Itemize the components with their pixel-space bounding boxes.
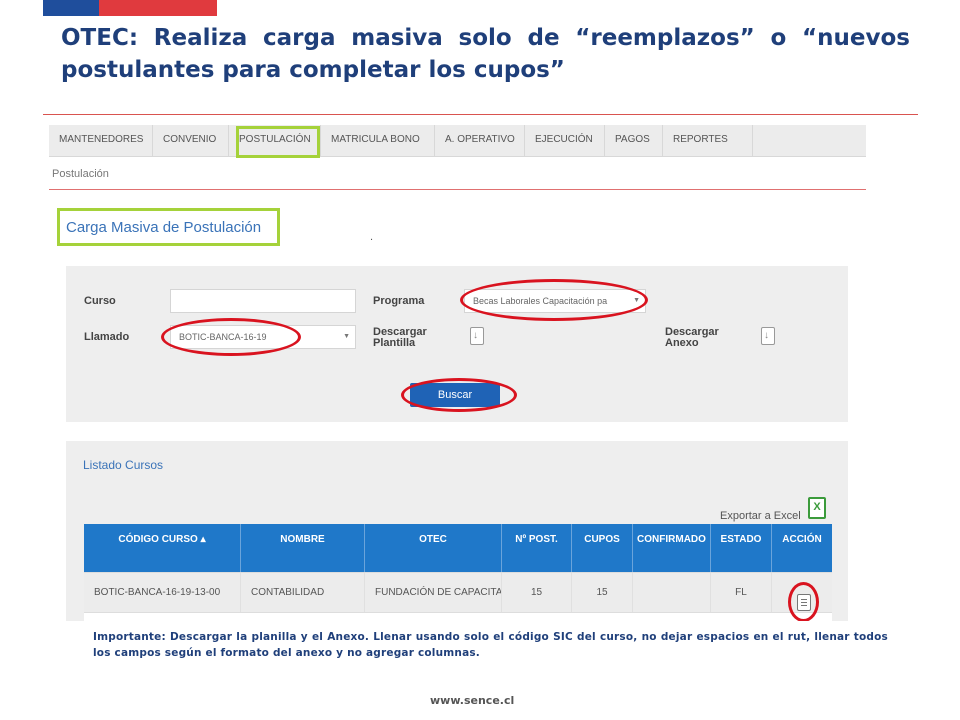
slide-title-line-1: OTEC: Realiza carga masiva solo de “reem… bbox=[61, 25, 910, 51]
listado-title: Listado Cursos bbox=[83, 458, 164, 472]
chevron-down-icon: ▼ bbox=[343, 333, 350, 340]
column-header-estado: ESTADO bbox=[711, 524, 772, 572]
download-plantilla-icon[interactable] bbox=[470, 327, 484, 345]
title-divider bbox=[43, 114, 918, 115]
breadcrumb-divider bbox=[49, 189, 866, 190]
table-header: CÓDIGO CURSO ▴ NOMBRE OTEC Nº POST. CUPO… bbox=[84, 524, 832, 572]
page-title-highlight-box bbox=[57, 208, 280, 246]
cell-codigo-curso: BOTIC-BANCA-16-19-13-00 bbox=[84, 573, 241, 613]
descargar-plantilla-label: Descargar Plantilla bbox=[373, 327, 427, 349]
cell-confirmado bbox=[633, 573, 711, 613]
cell-otec: FUNDACIÓN DE CAPACITACIÓN bbox=[365, 573, 502, 613]
llamado-label: Llamado bbox=[84, 331, 130, 343]
menu-item-mantenedores[interactable]: MANTENEDORES bbox=[49, 125, 153, 157]
programa-annotation-ring bbox=[460, 279, 648, 321]
menu-item-a-operativo[interactable]: A. OPERATIVO bbox=[435, 125, 525, 157]
cell-num-post: 15 bbox=[502, 573, 572, 613]
column-header-codigo-curso[interactable]: CÓDIGO CURSO ▴ bbox=[84, 524, 241, 572]
menu-item-reportes[interactable]: REPORTES bbox=[663, 125, 753, 157]
menu-item-convenio[interactable]: CONVENIO bbox=[153, 125, 229, 157]
main-menu: MANTENEDORES CONVENIO POSTULACIÓN MATRIC… bbox=[49, 125, 866, 157]
column-header-otec: OTEC bbox=[365, 524, 502, 572]
column-header-num-post: Nº POST. bbox=[502, 524, 572, 572]
postulacion-highlight-box bbox=[236, 126, 320, 158]
stray-dot: . bbox=[370, 231, 374, 243]
app-screenshot: MANTENEDORES CONVENIO POSTULACIÓN MATRIC… bbox=[36, 121, 896, 621]
slide-title-line-2: postulantes para completar los cupos” bbox=[61, 57, 565, 83]
menu-item-pagos[interactable]: PAGOS bbox=[605, 125, 663, 157]
cell-nombre: CONTABILIDAD bbox=[241, 573, 365, 613]
table-row bbox=[84, 612, 832, 621]
export-excel-link[interactable]: Exportar a Excel bbox=[720, 510, 801, 522]
breadcrumb[interactable]: Postulación bbox=[52, 168, 109, 180]
download-anexo-icon[interactable] bbox=[761, 327, 775, 345]
column-header-confirmado: CONFIRMADO bbox=[633, 524, 711, 572]
slide-title: OTEC: Realiza carga masiva solo de “reem… bbox=[61, 22, 910, 86]
column-header-nombre: NOMBRE bbox=[241, 524, 365, 572]
flag-blue-bar bbox=[43, 0, 99, 16]
curso-label: Curso bbox=[84, 295, 116, 307]
cell-estado: FL bbox=[711, 573, 772, 613]
programa-label: Programa bbox=[373, 295, 425, 307]
table-row: BOTIC-BANCA-16-19-13-00 CONTABILIDAD FUN… bbox=[84, 572, 832, 613]
menu-item-ejecucion[interactable]: EJECUCIÓN bbox=[525, 125, 605, 157]
column-header-accion: ACCIÓN bbox=[782, 534, 822, 545]
menu-item-matricula-bono[interactable]: MATRICULA BONO bbox=[321, 125, 435, 157]
accion-annotation-ring bbox=[788, 582, 819, 621]
flag-red-bar bbox=[99, 0, 217, 16]
column-header-cupos: CUPOS bbox=[572, 524, 633, 572]
descargar-anexo-label-line-2: Anexo bbox=[665, 337, 699, 349]
curso-input[interactable] bbox=[170, 289, 356, 313]
cell-cupos: 15 bbox=[572, 573, 633, 613]
descargar-anexo-label: Descargar Anexo bbox=[665, 327, 719, 349]
descargar-plantilla-label-line-2: Plantilla bbox=[373, 337, 416, 349]
llamado-annotation-ring bbox=[161, 318, 301, 356]
footer-url: www.sence.cl bbox=[430, 694, 515, 707]
excel-icon[interactable]: X bbox=[808, 497, 826, 519]
important-note: Importante: Descargar la planilla y el A… bbox=[93, 631, 888, 659]
buscar-annotation-ring bbox=[401, 378, 517, 412]
